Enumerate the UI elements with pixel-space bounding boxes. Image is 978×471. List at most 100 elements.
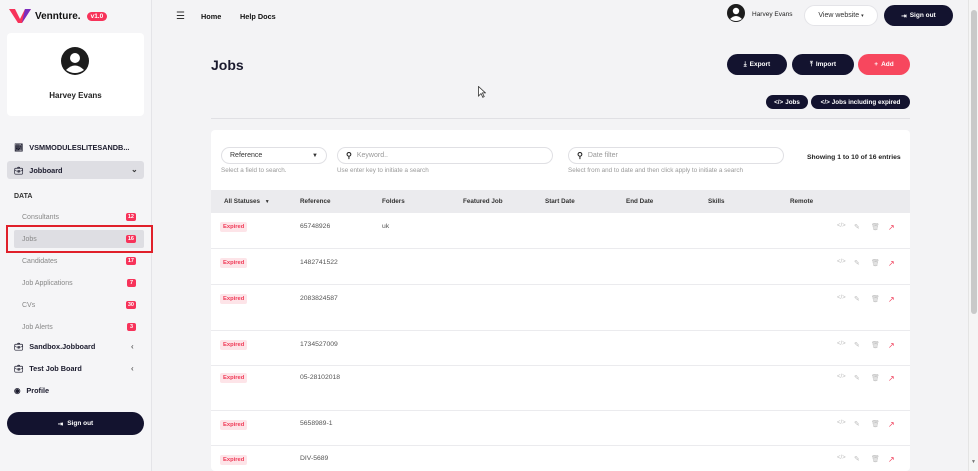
avatar-icon[interactable] [727, 4, 745, 22]
export-button[interactable]: ⤓ Export [727, 54, 787, 75]
external-link-icon[interactable]: ↗ [888, 420, 896, 429]
briefcase-icon: 💼︎ [14, 342, 24, 351]
sidebar-jobboard[interactable]: 💼︎ Jobboard ⌄ [7, 161, 144, 179]
scroll-down-icon[interactable]: ▼ [971, 459, 976, 465]
sidebar-item-jobs[interactable]: Jobs 16 [14, 230, 144, 248]
header-remote[interactable]: Remote [790, 198, 813, 205]
pencil-icon[interactable]: ✎ [854, 455, 862, 463]
trash-icon[interactable]: 🗑︎ [871, 374, 880, 382]
sidebar-item-job-applications[interactable]: Job Applications 7 [14, 274, 144, 292]
sidebar-sandbox[interactable]: 💼︎ Sandbox.Jobboard [14, 342, 95, 351]
table-row[interactable]: Expired 2083824587 </> ✎ 🗑︎ ↗ [211, 285, 910, 331]
brand[interactable]: Vennture. v1.0 [9, 9, 108, 23]
nav-help-docs[interactable]: Help Docs [240, 12, 276, 21]
profile-name: Harvey Evans [49, 91, 102, 100]
sidebar-item-label: Job Alerts [22, 323, 53, 331]
external-link-icon[interactable]: ↗ [888, 259, 896, 268]
trash-icon[interactable]: 🗑︎ [871, 223, 880, 231]
chevron-left-icon: ‹ [131, 342, 134, 351]
reference-cell: 1734527009 [300, 341, 338, 348]
top-signout-button[interactable]: ⇥ Sign out [884, 5, 953, 26]
header-all-statuses[interactable]: All Statuses ▼ [224, 198, 270, 205]
sidebar-item-consultants[interactable]: Consultants 12 [14, 208, 144, 226]
search-icon: ⚲ [346, 151, 352, 160]
sidebar-item-cvs[interactable]: CVs 30 [14, 296, 144, 314]
table-row[interactable]: Expired 05-28102018 </> ✎ 🗑︎ ↗ [211, 366, 910, 411]
pencil-icon[interactable]: ✎ [854, 259, 862, 267]
trash-icon[interactable]: 🗑︎ [871, 341, 880, 349]
sidebar-item-candidates[interactable]: Candidates 17 [14, 252, 144, 270]
import-label: Import [815, 61, 837, 68]
header-skills[interactable]: Skills [708, 198, 724, 205]
row-actions: </> ✎ 🗑︎ ↗ [837, 455, 896, 464]
code-icon[interactable]: </> [837, 420, 846, 428]
code-icon[interactable]: </> [837, 223, 846, 231]
external-link-icon[interactable]: ↗ [888, 223, 896, 232]
code-icon[interactable]: </> [837, 295, 846, 303]
tab-jobs-including-expired[interactable]: </> Jobs including expired [811, 95, 910, 109]
status-badge: Expired [220, 222, 248, 232]
status-badge: Expired [220, 294, 248, 304]
trash-icon[interactable]: 🗑︎ [871, 259, 880, 267]
page-scrollbar[interactable]: ▼ [968, 0, 978, 471]
tab-jobs-label: Jobs [785, 98, 800, 106]
signout-icon: ⇥ [901, 12, 907, 20]
date-placeholder: Date filter [587, 152, 618, 159]
plus-icon: + [874, 61, 879, 68]
sidebar-profile[interactable]: ◉ Profile [14, 386, 49, 395]
trash-icon[interactable]: 🗑︎ [871, 295, 880, 303]
reference-cell: 05-28102018 [300, 374, 341, 381]
download-icon: ⤓ [743, 60, 747, 68]
header-reference[interactable]: Reference [300, 198, 330, 205]
pencil-icon[interactable]: ✎ [854, 223, 862, 231]
nav-home[interactable]: Home [201, 12, 221, 21]
menu-icon[interactable]: ☰ [176, 11, 185, 22]
table-row[interactable]: 5658989-1 </> ✎ 🗑︎ ↗ [211, 411, 910, 446]
code-icon: </> [774, 98, 784, 106]
sidebar-signout-button[interactable]: ⇥ Sign out [7, 412, 144, 435]
date-filter-input[interactable]: ⚲ Date filter [568, 147, 784, 164]
import-button[interactable]: ⤒ Import [792, 54, 854, 75]
row-actions: </> ✎ 🗑︎ ↗ [837, 374, 896, 383]
table-row[interactable]: Expired 1482741522 </> ✎ 🗑︎ ↗ [211, 249, 910, 285]
external-link-icon[interactable]: ↗ [888, 341, 896, 350]
table-row[interactable]: Expired DIV-5689 </> ✎ 🗑︎ ↗ [211, 446, 910, 471]
header-start-date[interactable]: Start Date [545, 198, 575, 205]
keyword-search-input[interactable]: ⚲ Keyword.. [337, 147, 553, 164]
tab-jobs[interactable]: </> Jobs [766, 95, 808, 109]
count-badge: 30 [125, 301, 136, 309]
code-icon[interactable]: </> [837, 259, 846, 267]
pencil-icon[interactable]: ✎ [854, 295, 862, 303]
sidebar-org[interactable]: 📈︎ VSMMODULESLITESANDB... [14, 143, 129, 152]
pencil-icon[interactable]: ✎ [854, 420, 862, 428]
external-link-icon[interactable]: ↗ [888, 295, 896, 304]
table-row[interactable]: Expired 65748926 uk </> ✎ 🗑︎ ↗ [211, 213, 910, 249]
table-row[interactable]: Expired 1734527009 </> ✎ 🗑︎ ↗ [211, 331, 910, 366]
code-icon[interactable]: </> [837, 341, 846, 349]
count-badge: 16 [125, 235, 136, 243]
view-website-dropdown[interactable]: View website ▾ [804, 5, 878, 26]
caret-down-icon: ▾ [861, 12, 864, 19]
trash-icon[interactable]: 🗑︎ [871, 455, 880, 463]
chevron-down-icon: ⌄ [131, 165, 138, 174]
external-link-icon[interactable]: ↗ [888, 374, 896, 383]
header-folders[interactable]: Folders [382, 198, 405, 205]
code-icon[interactable]: </> [837, 455, 846, 463]
trash-icon[interactable]: 🗑︎ [871, 420, 880, 428]
code-icon[interactable]: </> [837, 374, 846, 382]
caret-down-icon: ▼ [264, 199, 270, 205]
pencil-icon[interactable]: ✎ [854, 341, 862, 349]
top-user-name[interactable]: Harvey Evans [752, 11, 792, 18]
header-end-date[interactable]: End Date [626, 198, 653, 205]
sidebar-test-board[interactable]: 💼︎ Test Job Board [14, 364, 82, 373]
header-featured-job[interactable]: Featured Job [463, 198, 503, 205]
external-link-icon[interactable]: ↗ [888, 455, 896, 464]
sidebar-org-label: VSMMODULESLITESANDB... [29, 143, 130, 152]
sidebar-item-job-alerts[interactable]: Job Alerts 3 [14, 318, 144, 336]
pencil-icon[interactable]: ✎ [854, 374, 862, 382]
scroll-thumb[interactable] [971, 10, 977, 314]
search-field-select[interactable]: Reference ▼ [221, 147, 327, 164]
add-button[interactable]: + Add [858, 54, 910, 75]
status-badge: Expired [220, 340, 248, 350]
chart-icon: 📈︎ [14, 143, 24, 152]
